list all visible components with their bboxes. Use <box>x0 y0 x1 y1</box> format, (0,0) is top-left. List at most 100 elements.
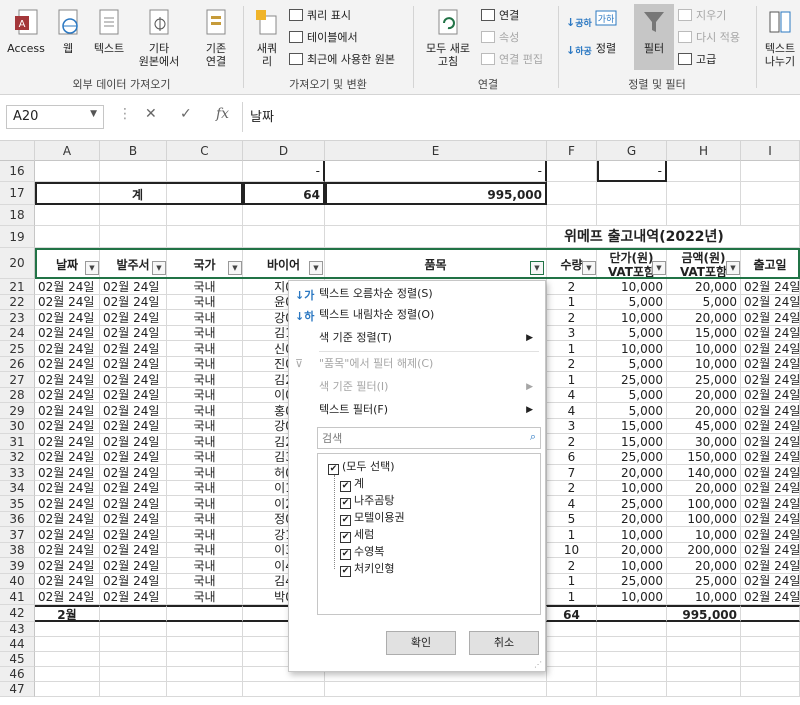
qty-cell[interactable]: 4 <box>547 403 597 419</box>
column-header-H[interactable]: H <box>667 141 741 161</box>
cell[interactable] <box>100 667 167 682</box>
cell[interactable] <box>741 652 800 667</box>
order-cell[interactable]: 02월 24일 <box>100 496 167 512</box>
unit-price-cell[interactable]: 10,000 <box>597 279 667 295</box>
column-header-A[interactable]: A <box>35 141 100 161</box>
reapply-button[interactable]: 다시 적용 <box>678 29 740 47</box>
country-cell[interactable]: 국내 <box>167 450 243 465</box>
ship-date-cell[interactable]: 02월 24일 <box>741 388 800 403</box>
qty-cell[interactable]: 2 <box>547 558 597 574</box>
menu-clear-filter[interactable]: "품목"에서 필터 해제(C) <box>319 355 433 373</box>
cell[interactable] <box>167 605 243 622</box>
ship-date-cell[interactable]: 02월 24일 <box>741 434 800 450</box>
row-header[interactable]: 30 <box>0 419 35 434</box>
date-cell[interactable]: 02월 24일 <box>35 465 100 481</box>
unit-price-cell[interactable]: 5,000 <box>597 388 667 403</box>
date-cell[interactable]: 02월 24일 <box>35 279 100 295</box>
date-cell[interactable]: 02월 24일 <box>35 527 100 543</box>
cell[interactable] <box>167 682 243 697</box>
row-header[interactable]: 46 <box>0 667 35 682</box>
column-header-D[interactable]: D <box>243 141 325 161</box>
row-header[interactable]: 32 <box>0 450 35 465</box>
amount-cell[interactable]: 20,000 <box>667 388 741 403</box>
country-cell[interactable]: 국내 <box>167 434 243 450</box>
order-cell[interactable]: 02월 24일 <box>100 465 167 481</box>
country-cell[interactable]: 국내 <box>167 326 243 341</box>
row-header[interactable]: 28 <box>0 388 35 403</box>
unit-price-cell[interactable]: 10,000 <box>597 481 667 496</box>
amount-cell[interactable]: 25,000 <box>667 372 741 388</box>
amount-cell[interactable]: 20,000 <box>667 403 741 419</box>
country-cell[interactable]: 국내 <box>167 372 243 388</box>
order-cell[interactable]: 02월 24일 <box>100 419 167 434</box>
unit-price-cell[interactable]: 10,000 <box>597 589 667 605</box>
amount-cell[interactable]: 15,000 <box>667 326 741 341</box>
ship-date-cell[interactable]: 02월 24일 <box>741 326 800 341</box>
checkbox-checked-icon[interactable]: ✔ <box>340 481 351 492</box>
country-cell[interactable]: 국내 <box>167 341 243 357</box>
qty-cell[interactable]: 3 <box>547 419 597 434</box>
qty-cell[interactable]: 1 <box>547 372 597 388</box>
order-cell[interactable]: 02월 24일 <box>100 341 167 357</box>
unit-price-cell[interactable]: 5,000 <box>597 357 667 372</box>
filter-value-item[interactable]: ✔ 수영복 <box>340 543 384 560</box>
row-header[interactable]: 38 <box>0 543 35 558</box>
ship-date-cell[interactable]: 02월 24일 <box>741 341 800 357</box>
amount-cell[interactable]: 140,000 <box>667 465 741 481</box>
amount-cell[interactable]: 30,000 <box>667 434 741 450</box>
row-header[interactable]: 22 <box>0 295 35 310</box>
cell[interactable] <box>243 226 325 248</box>
order-cell[interactable]: 02월 24일 <box>100 434 167 450</box>
cell[interactable] <box>547 682 597 697</box>
cell[interactable] <box>741 205 800 226</box>
country-cell[interactable]: 국내 <box>167 357 243 372</box>
cell[interactable] <box>597 682 667 697</box>
cell[interactable] <box>547 161 597 182</box>
filter-dropdown-button[interactable]: ▼ <box>152 261 166 275</box>
row-header[interactable]: 43 <box>0 622 35 637</box>
date-cell[interactable]: 02월 24일 <box>35 512 100 527</box>
order-cell[interactable]: 02월 24일 <box>100 310 167 326</box>
amount-cell[interactable]: 45,000 <box>667 419 741 434</box>
qty-cell[interactable]: 2 <box>547 279 597 295</box>
country-cell[interactable]: 국내 <box>167 512 243 527</box>
unit-price-cell[interactable]: 5,000 <box>597 403 667 419</box>
country-cell[interactable]: 국내 <box>167 465 243 481</box>
menu-sort-descending[interactable]: 텍스트 내림차순 정렬(O) <box>319 306 434 324</box>
cell[interactable]: 64 <box>547 605 597 622</box>
checkbox-checked-icon[interactable]: ✔ <box>340 566 351 577</box>
amount-cell[interactable]: 200,000 <box>667 543 741 558</box>
cell[interactable] <box>243 682 325 697</box>
filter-value-item[interactable]: ✔ 세럼 <box>340 526 374 543</box>
row-header[interactable]: 31 <box>0 434 35 450</box>
sort-a-to-z-button[interactable]: ↓공하 <box>566 14 592 32</box>
order-cell[interactable]: 02월 24일 <box>100 589 167 605</box>
filter-dropdown-button[interactable]: ▼ <box>228 261 242 275</box>
date-cell[interactable]: 02월 24일 <box>35 558 100 574</box>
cell[interactable] <box>167 652 243 667</box>
clear-filter-button[interactable]: 지우기 <box>678 7 726 25</box>
name-box[interactable]: A20 ▼ <box>6 105 104 129</box>
cell[interactable] <box>597 622 667 637</box>
qty-cell[interactable]: 6 <box>547 450 597 465</box>
cell[interactable] <box>167 667 243 682</box>
row-header[interactable]: 44 <box>0 637 35 652</box>
date-cell[interactable]: 02월 24일 <box>35 341 100 357</box>
filter-value-item[interactable]: ✔ 계 <box>340 475 364 492</box>
amount-cell[interactable]: 10,000 <box>667 357 741 372</box>
ship-date-cell[interactable]: 02월 24일 <box>741 310 800 326</box>
unit-price-cell[interactable]: 5,000 <box>597 295 667 310</box>
ship-date-cell[interactable]: 02월 24일 <box>741 481 800 496</box>
country-cell[interactable]: 국내 <box>167 279 243 295</box>
connections-button[interactable]: 연결 <box>481 7 519 25</box>
cell[interactable] <box>35 667 100 682</box>
qty-cell[interactable]: 5 <box>547 512 597 527</box>
country-cell[interactable]: 국내 <box>167 589 243 605</box>
cell[interactable] <box>741 605 800 622</box>
table-header-i[interactable]: 출고일 <box>741 248 800 279</box>
filter-value-item[interactable]: ✔ 모텔이용권 <box>340 509 405 526</box>
qty-cell[interactable]: 1 <box>547 589 597 605</box>
ship-date-cell[interactable]: 02월 24일 <box>741 295 800 310</box>
order-cell[interactable]: 02월 24일 <box>100 481 167 496</box>
qty-cell[interactable]: 1 <box>547 527 597 543</box>
